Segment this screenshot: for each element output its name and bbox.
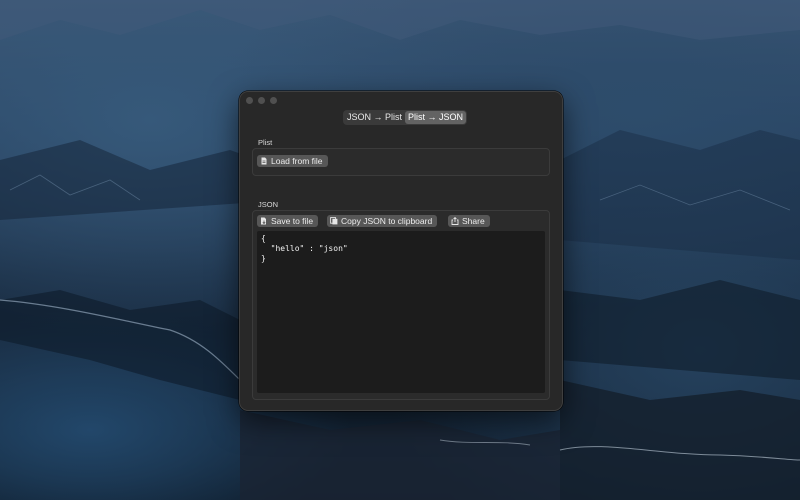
copy-icon — [330, 217, 338, 225]
tab-plist-to-json[interactable]: Plist → JSON — [405, 111, 467, 124]
plist-section-label: Plist — [258, 138, 273, 147]
json-group: Save to file Copy JSON to clipboard Shar… — [252, 210, 550, 400]
tab-json-to-plist[interactable]: JSON → Plist — [344, 111, 405, 124]
json-editor[interactable]: { "hello" : "json" } — [257, 231, 545, 393]
plist-group: Load from file — [252, 148, 550, 176]
load-from-file-label: Load from file — [271, 156, 323, 166]
save-to-file-button[interactable]: Save to file — [257, 215, 319, 227]
share-label: Share — [462, 216, 485, 226]
document-icon — [261, 157, 267, 165]
save-to-file-label: Save to file — [271, 216, 314, 226]
copy-json-label: Copy JSON to clipboard — [341, 216, 433, 226]
editor-line: { — [261, 234, 266, 243]
window-controls — [246, 97, 277, 104]
load-from-file-button[interactable]: Load from file — [257, 155, 328, 167]
zoom-window-button[interactable] — [270, 97, 277, 104]
minimize-window-button[interactable] — [258, 97, 265, 104]
mode-segmented-control: JSON → Plist Plist → JSON — [343, 110, 468, 125]
save-document-icon — [261, 217, 266, 225]
editor-line: } — [261, 254, 266, 263]
share-icon — [451, 217, 459, 225]
app-window: JSON → Plist Plist → JSON Plist Load fro… — [239, 91, 563, 411]
close-window-button[interactable] — [246, 97, 253, 104]
share-button[interactable]: Share — [448, 215, 490, 227]
json-section-label: JSON — [258, 200, 279, 209]
editor-line: "hello" : "json" — [261, 244, 348, 253]
copy-json-button[interactable]: Copy JSON to clipboard — [327, 215, 438, 227]
